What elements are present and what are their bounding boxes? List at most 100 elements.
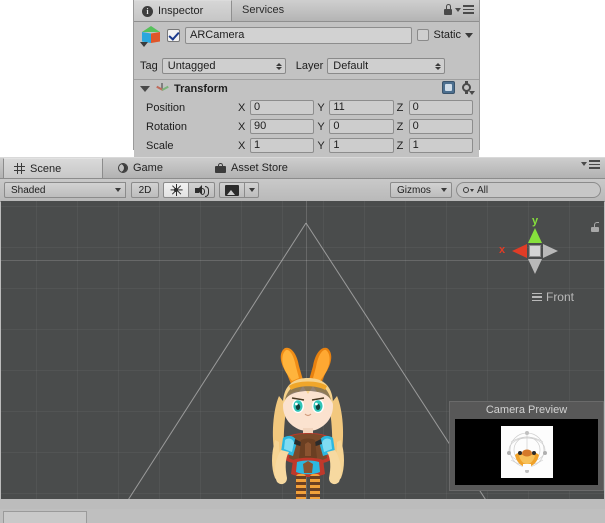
layer-value: Default	[333, 60, 369, 72]
gizmos-dropdown[interactable]: Gizmos	[390, 182, 452, 198]
anime-chibi-character-model[interactable]	[259, 344, 357, 499]
tab-scene[interactable]: Scene	[3, 158, 103, 178]
tab-game[interactable]: Game	[108, 158, 173, 178]
rotation-y-input[interactable]: 0	[329, 119, 394, 134]
axis-neg-x-cone[interactable]	[543, 244, 558, 258]
scene-orientation-gizmo[interactable]: y x	[499, 215, 566, 282]
transform-title: Transform	[174, 83, 228, 95]
scene-tabbar: Scene Game Asset Store	[0, 157, 605, 179]
transform-header[interactable]: Transform	[134, 80, 479, 98]
toggle-2d-label: 2D	[138, 184, 152, 196]
axis-y-label: y	[532, 215, 539, 227]
shopping-bag-icon	[215, 163, 226, 173]
scale-label: Scale	[146, 139, 174, 152]
transform-header-icons	[442, 81, 475, 95]
axis-center-cube[interactable]	[529, 245, 541, 257]
gameobject-enabled-checkbox[interactable]	[167, 29, 180, 42]
transform-axis-icon	[155, 82, 169, 96]
effects-toggle-button[interactable]	[219, 182, 245, 198]
toggle-2d-button[interactable]: 2D	[131, 182, 159, 198]
speaker-audio-icon	[195, 184, 209, 197]
tag-value: Untagged	[167, 60, 216, 72]
scale-x-input[interactable]: 1	[250, 138, 315, 153]
tab-services-label: Services	[242, 4, 285, 16]
camera-preview-render	[455, 419, 598, 485]
scene-window-menu[interactable]	[581, 160, 600, 169]
effects-dropdown-button[interactable]	[245, 182, 259, 198]
search-icon[interactable]	[463, 187, 474, 193]
camera-preview-image	[500, 426, 553, 478]
foldout-arrow-icon[interactable]	[140, 86, 150, 92]
gameobject-cube-icon	[140, 25, 162, 47]
tab-asset-store[interactable]: Asset Store	[205, 158, 298, 178]
gameobject-name-field[interactable]: ARCamera	[185, 27, 413, 44]
hamburger-menu-icon[interactable]	[455, 5, 474, 14]
transform-row-scale: Scale X 1 Y 1 Z 1	[134, 136, 479, 155]
image-effects-icon	[225, 184, 239, 196]
axis-y-label: Y	[317, 120, 325, 133]
axis-y-label: Y	[317, 139, 325, 152]
scale-y-input[interactable]: 1	[329, 138, 394, 153]
bottom-panel-tab[interactable]	[3, 511, 87, 523]
rotation-label: Rotation	[146, 120, 187, 133]
gear-icon[interactable]	[460, 81, 475, 95]
draw-mode-dropdown[interactable]: Shaded	[4, 182, 126, 198]
axis-z-label: Z	[396, 101, 404, 114]
axis-z-label: Z	[396, 139, 404, 152]
axis-x-label: X	[238, 139, 246, 152]
static-toggle-group[interactable]: Static	[417, 29, 473, 41]
scene-toolbar: Shaded 2D Gizmos All	[0, 179, 605, 202]
tab-game-label: Game	[133, 162, 163, 174]
tab-services[interactable]: Services	[234, 0, 296, 21]
static-checkbox[interactable]	[417, 29, 430, 41]
hamburger-menu-icon[interactable]	[581, 160, 600, 169]
axis-y-cone[interactable]	[528, 228, 542, 243]
sun-lighting-icon	[170, 184, 183, 196]
axis-x-label: X	[238, 101, 246, 114]
gameobject-header: ARCamera Static	[134, 22, 479, 56]
camera-preview-panel: Camera Preview	[449, 401, 604, 491]
transform-row-position: Position X 0 Y 11 Z 0	[134, 98, 479, 117]
transform-row-rotation: Rotation X 90 Y 0 Z 0	[134, 117, 479, 136]
draw-mode-value: Shaded	[11, 184, 46, 196]
view-lock-icon[interactable]	[591, 222, 599, 232]
scene-orientation-label[interactable]: Front	[531, 290, 574, 304]
position-x-input[interactable]: 0	[250, 100, 315, 115]
axis-neg-y-cone[interactable]	[528, 259, 542, 274]
chevron-down-icon[interactable]	[465, 32, 473, 38]
chevron-down-icon	[248, 188, 255, 192]
tab-asset-store-label: Asset Store	[231, 162, 288, 174]
tab-inspector-label: Inspector	[158, 4, 204, 17]
tag-dropdown[interactable]: Untagged	[161, 58, 286, 74]
static-label: Static	[433, 29, 461, 41]
tag-layer-row: Tag Untagged Layer Default	[134, 56, 479, 76]
scene-viewport[interactable]: y x Front Camera Preview	[1, 201, 604, 499]
transform-component: Transform Position X 0 Y 11 Z 0 Rotation…	[134, 80, 479, 159]
gizmos-label: Gizmos	[397, 184, 431, 196]
position-label: Position	[146, 101, 186, 114]
lock-icon[interactable]	[444, 4, 452, 15]
layer-dropdown[interactable]: Default	[327, 58, 446, 74]
tab-scene-label: Scene	[30, 162, 62, 175]
rotation-z-input[interactable]: 0	[408, 119, 473, 134]
audio-toggle-button[interactable]	[189, 182, 215, 198]
help-book-icon[interactable]	[442, 81, 455, 94]
chevron-down-icon	[441, 188, 447, 192]
inspector-tabbar: i Inspector Services	[134, 0, 479, 22]
scene-search-placeholder: All	[477, 184, 489, 196]
axis-x-cone[interactable]	[512, 244, 527, 258]
bottom-status-bar	[0, 509, 605, 523]
scene-search-field[interactable]: All	[456, 182, 601, 198]
chevron-down-icon	[115, 188, 121, 192]
tab-inspector[interactable]: i Inspector	[134, 0, 232, 21]
orientation-text: Front	[545, 290, 574, 304]
inspector-window: i Inspector Services ARCamera Static Tag	[133, 0, 480, 159]
lighting-toggle-button[interactable]	[163, 182, 189, 198]
position-y-input[interactable]: 11	[329, 100, 394, 115]
scale-z-input[interactable]: 1	[408, 138, 473, 153]
tag-label: Tag	[140, 60, 158, 72]
camera-preview-title: Camera Preview	[450, 402, 603, 419]
position-z-input[interactable]: 0	[408, 100, 473, 115]
hamburger-icon	[531, 292, 542, 302]
rotation-x-input[interactable]: 90	[250, 119, 315, 134]
